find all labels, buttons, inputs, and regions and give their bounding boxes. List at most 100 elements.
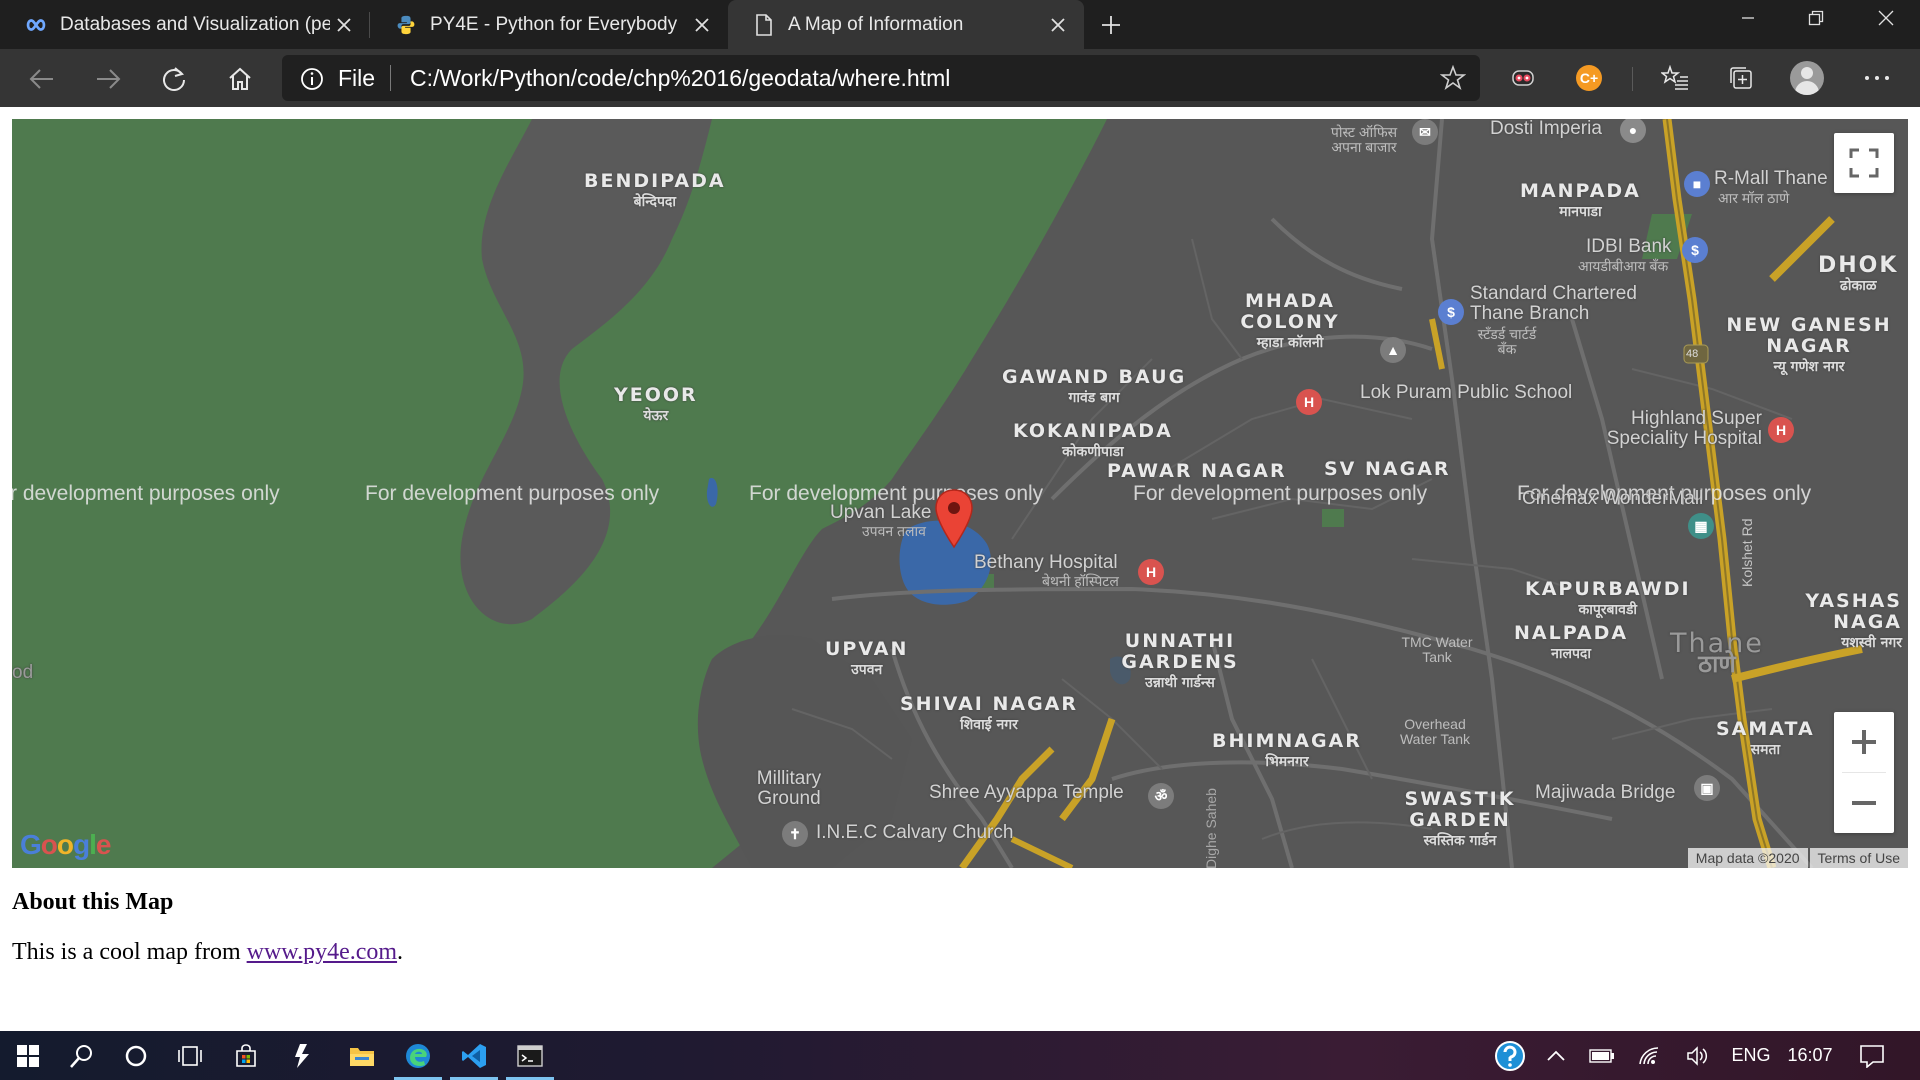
toolbar-divider <box>1632 67 1633 91</box>
url-text[interactable]: C:/Work/Python/code/chp%2016/geodata/whe… <box>410 65 950 92</box>
poi-label: Majiwada Bridge <box>1535 782 1676 803</box>
about-text-after: . <box>397 939 404 965</box>
collections-icon[interactable] <box>1722 59 1760 97</box>
task-view-icon[interactable] <box>162 1031 218 1080</box>
notifications-icon[interactable] <box>1850 1031 1894 1080</box>
extension-c-plus-icon[interactable]: C+ <box>1570 59 1608 97</box>
poi-label: Lok Puram Public School <box>1360 382 1573 403</box>
poi-label: Cinemax WonderMall <box>1522 488 1704 509</box>
new-tab-icon[interactable] <box>1096 10 1126 40</box>
url-scheme-label: File <box>338 65 376 91</box>
close-tab-icon[interactable] <box>330 11 358 39</box>
py4e-link[interactable]: www.py4e.com <box>247 939 397 965</box>
power-automate-icon[interactable] <box>274 1031 330 1080</box>
language-indicator[interactable]: ENG <box>1726 1031 1776 1080</box>
vscode-icon[interactable] <box>446 1031 502 1080</box>
cortana-icon[interactable] <box>108 1031 164 1080</box>
poi-label: Standard Chartered Thane Branch <box>1470 283 1637 324</box>
refresh-icon[interactable] <box>156 61 192 97</box>
poi-label: बेथनी हॉस्पिटल <box>1042 573 1119 589</box>
area-label: SWASTIK GARDEN स्वस्तिक गार्डन <box>1404 788 1516 850</box>
zoom-in-button[interactable] <box>1834 712 1894 772</box>
area-label: YASHAS NAGA यशस्वी नगर <box>1805 590 1902 652</box>
fullscreen-icon <box>1849 148 1879 178</box>
school-pin-icon[interactable]: ▲ <box>1380 337 1406 363</box>
area-label: UNNATHI GARDENS उन्नाथी गार्डन्स <box>1121 630 1239 692</box>
transit-pin-icon[interactable]: ▣ <box>1694 775 1720 801</box>
poi-label: स्टँडर्ड चार्टर्ड बँक <box>1477 326 1537 357</box>
church-pin-icon[interactable]: ✝ <box>782 821 808 847</box>
map-canvas[interactable]: r development purposes only For developm… <box>12 119 1908 868</box>
bank-pin-icon[interactable]: $ <box>1438 299 1464 325</box>
hospital-pin-icon[interactable]: H <box>1296 389 1322 415</box>
area-label: BHIMNAGAR भिमनगर <box>1212 730 1362 771</box>
tab-map-of-information[interactable]: A Map of Information <box>728 0 1084 49</box>
mail-pin-icon[interactable]: ✉ <box>1412 119 1438 145</box>
python-logo-icon <box>396 15 416 35</box>
info-icon[interactable] <box>300 67 324 95</box>
poi-label: I.N.E.C Calvary Church <box>816 822 1014 843</box>
start-icon[interactable] <box>0 1031 56 1080</box>
close-tab-icon[interactable] <box>1044 11 1072 39</box>
location-marker-icon[interactable] <box>934 489 974 549</box>
profile-avatar[interactable] <box>1788 59 1826 97</box>
google-logo[interactable]: Google <box>20 829 111 861</box>
map-data-attribution[interactable]: Map data ©2020 <box>1687 848 1808 868</box>
clock-time[interactable]: 16:07 <box>1780 1031 1840 1080</box>
area-label: GAWAND BAUG गावंड बाग <box>1002 366 1187 407</box>
poi-label: Dosti Imperia <box>1490 119 1602 139</box>
terminal-icon[interactable] <box>502 1031 558 1080</box>
wifi-icon[interactable] <box>1632 1031 1668 1080</box>
chevron-up-icon[interactable] <box>1538 1031 1574 1080</box>
close-window-icon[interactable] <box>1856 0 1916 36</box>
highway-number: 48 <box>1686 348 1699 360</box>
forward-arrow-icon[interactable] <box>90 61 126 97</box>
bank-pin-icon[interactable]: $ <box>1682 237 1708 263</box>
extension-owl-icon[interactable] <box>1504 59 1542 97</box>
zoom-out-button[interactable] <box>1834 773 1894 833</box>
address-bar[interactable]: File C:/Work/Python/code/chp%2016/geodat… <box>282 55 1480 101</box>
shopping-pin-icon[interactable]: ■ <box>1684 171 1710 197</box>
favorite-star-icon[interactable] <box>1439 64 1467 95</box>
poi-label: Bethany Hospital <box>974 552 1118 573</box>
tab-databases-visualization[interactable]: Databases and Visualization (peer <box>0 0 370 49</box>
area-label: DHOK ढोकाळ <box>1818 253 1899 295</box>
home-icon[interactable] <box>222 61 258 97</box>
restore-icon[interactable] <box>1786 0 1846 36</box>
more-options-icon[interactable] <box>1858 59 1896 97</box>
dev-watermark: r development purposes only <box>12 482 280 505</box>
about-heading: About this Map <box>12 889 174 915</box>
edge-icon[interactable] <box>390 1031 446 1080</box>
file-explorer-icon[interactable] <box>334 1031 390 1080</box>
help-icon[interactable] <box>1488 1031 1532 1080</box>
extension-badge: C+ <box>1576 65 1602 91</box>
coursera-infinity-icon <box>26 15 46 35</box>
temple-pin-icon[interactable]: ॐ <box>1148 783 1174 809</box>
minus-icon <box>1852 801 1876 805</box>
hospital-pin-icon[interactable]: H <box>1138 559 1164 585</box>
fullscreen-button[interactable] <box>1834 133 1894 193</box>
hospital-pin-icon[interactable]: H <box>1768 417 1794 443</box>
windows-taskbar: ENG 16:07 <box>0 1031 1920 1080</box>
close-tab-icon[interactable] <box>688 11 716 39</box>
about-paragraph: This is a cool map from www.py4e.com. <box>12 939 403 966</box>
area-label: NEW GANESH NAGAR न्यू गणेश नगर <box>1726 314 1892 376</box>
volume-icon[interactable] <box>1680 1031 1716 1080</box>
tab-title: A Map of Information <box>788 13 964 35</box>
poi-label: Millitary Ground <box>756 768 822 809</box>
tab-py4e[interactable]: PY4E - Python for Everybody <box>370 0 728 49</box>
back-arrow-icon[interactable] <box>24 61 60 97</box>
zoom-control <box>1834 712 1894 833</box>
minimize-icon[interactable] <box>1718 0 1778 36</box>
store-icon[interactable] <box>218 1031 274 1080</box>
cinema-pin-icon[interactable]: ▦ <box>1688 513 1714 539</box>
favorites-icon[interactable] <box>1656 59 1694 97</box>
area-label: SHIVAI NAGAR शिवाई नगर <box>900 693 1078 734</box>
terms-of-use-link[interactable]: Terms of Use <box>1809 848 1908 868</box>
tab-title: PY4E - Python for Everybody <box>430 13 678 35</box>
area-label: NALPADA नालपदा <box>1514 622 1629 663</box>
battery-icon[interactable] <box>1584 1031 1620 1080</box>
search-icon[interactable] <box>54 1031 110 1080</box>
poi-label: R-Mall Thane <box>1714 168 1828 189</box>
poi-label: Shree Ayyappa Temple <box>929 782 1124 803</box>
